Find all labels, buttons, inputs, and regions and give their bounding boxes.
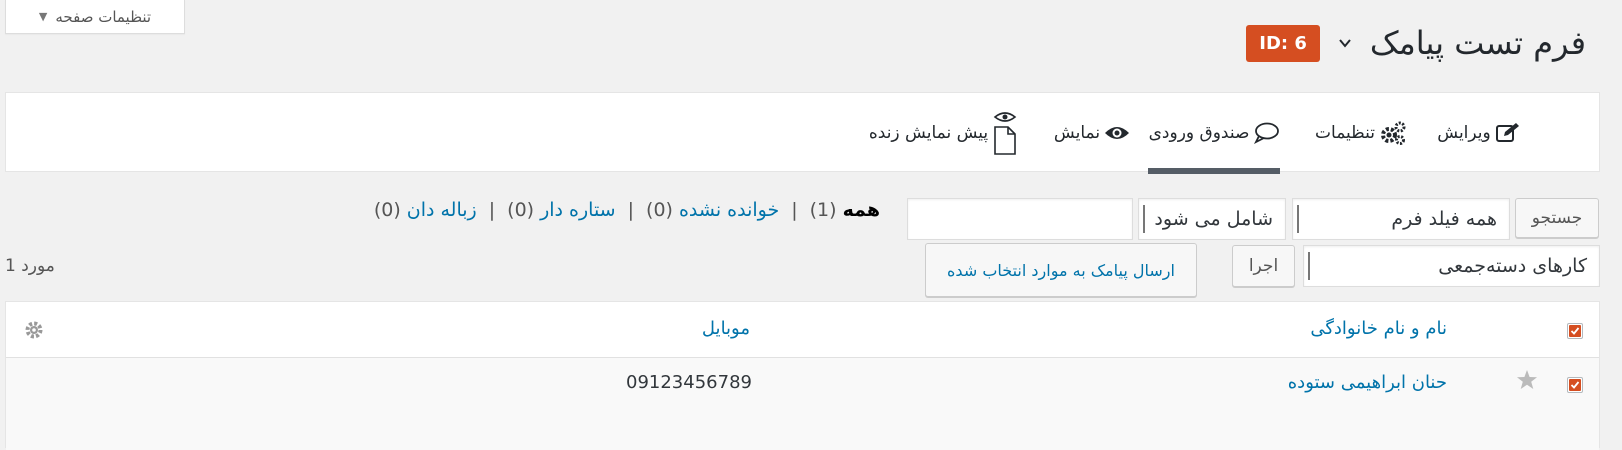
filter-starred-count: (0) (507, 199, 535, 221)
tab-edit-label: ویرایش (1437, 123, 1491, 143)
edit-icon (1495, 123, 1519, 142)
tab-settings-label: تنظیمات (1315, 123, 1375, 143)
eye-icon (1105, 127, 1130, 139)
screen-options-button[interactable]: تنظیمات صفحه ▼ (5, 0, 185, 34)
filter-trash[interactable]: زباله دان (407, 199, 477, 221)
search-input[interactable] (907, 198, 1133, 240)
page-title: فرم تست پیامک (1369, 24, 1586, 62)
filter-unread-count: (0) (646, 199, 673, 221)
tab-inbox[interactable]: صندوق ورودی (1148, 93, 1280, 174)
entries-table: نام و نام خانوادگی موبایل حنان ابراهیمی … (5, 301, 1600, 450)
gears-icon (1380, 121, 1406, 145)
row-checkbox[interactable] (1567, 377, 1583, 393)
filter-all-count: (1) (809, 199, 837, 221)
search-button[interactable]: جستجو (1515, 198, 1599, 238)
caret-down-icon: ▼ (38, 10, 48, 23)
field-select[interactable]: همه فیلد فرم (1292, 198, 1510, 240)
filter-trash-count: (0) (373, 199, 401, 221)
operator-select[interactable]: شامل می شود (1138, 198, 1286, 240)
page-title-bar: فرم تست پیامک ID: 6 (1246, 20, 1586, 66)
select-handle (1297, 205, 1299, 233)
checkmark-icon (1569, 379, 1581, 391)
tab-view-label: نمایش (1053, 123, 1101, 143)
tab-live-preview[interactable]: پیش نمایش زنده (861, 93, 1026, 173)
star-icon[interactable] (1516, 369, 1538, 391)
select-handle (1143, 205, 1145, 233)
tab-settings[interactable]: تنظیمات (1306, 93, 1416, 173)
gear-icon[interactable] (24, 320, 44, 340)
filter-separator: | (627, 199, 635, 221)
filter-unread[interactable]: خوانده نشده (679, 199, 779, 221)
apply-button[interactable]: اجرا (1232, 245, 1295, 287)
send-sms-button[interactable]: ارسال پیامک به موارد انتخاب شده (925, 243, 1197, 297)
filter-separator: | (488, 199, 496, 221)
operator-select-value: شامل می شود (1154, 208, 1273, 230)
filter-separator: | (791, 199, 798, 221)
live-preview-icon (993, 112, 1017, 155)
form-tabs: ویرایش تنظیمات صندوق ورودی نمایش پیش نما… (5, 92, 1600, 174)
select-handle (1308, 252, 1310, 280)
status-filters: همه (1) | خوانده نشده (0) | ستاره دار (0… (374, 195, 880, 225)
items-count: 1 مورد (5, 256, 55, 276)
chevron-down-icon[interactable] (1338, 36, 1352, 50)
bulk-actions-value: کارهای دسته‌جمعی (1438, 255, 1587, 277)
filter-starred[interactable]: ستاره دار (540, 199, 616, 221)
form-id-badge: ID: 6 (1246, 24, 1320, 62)
bulk-actions-select[interactable]: کارهای دسته‌جمعی (1303, 245, 1600, 287)
tab-inbox-label: صندوق ورودی (1148, 123, 1250, 143)
checkmark-icon (1569, 325, 1581, 337)
column-name[interactable]: نام و نام خانوادگی (1310, 318, 1447, 339)
row-mobile: 09123456789 (626, 372, 752, 393)
tab-live-preview-label: پیش نمایش زنده (868, 123, 989, 143)
field-select-value: همه فیلد فرم (1391, 208, 1497, 230)
row-name-link[interactable]: حنان ابراهیمی ستوده (1288, 372, 1447, 393)
screen-options-label: تنظیمات صفحه (55, 7, 152, 26)
filter-all[interactable]: همه (843, 199, 880, 221)
table-row[interactable]: حنان ابراهیمی ستوده 09123456789 (6, 358, 1599, 450)
comment-icon (1254, 122, 1280, 144)
select-all-checkbox[interactable] (1567, 323, 1583, 339)
tab-view[interactable]: نمایش (1044, 93, 1140, 173)
table-header: نام و نام خانوادگی موبایل (6, 302, 1599, 358)
column-mobile[interactable]: موبایل (702, 318, 750, 339)
tab-edit[interactable]: ویرایش (1424, 93, 1534, 173)
